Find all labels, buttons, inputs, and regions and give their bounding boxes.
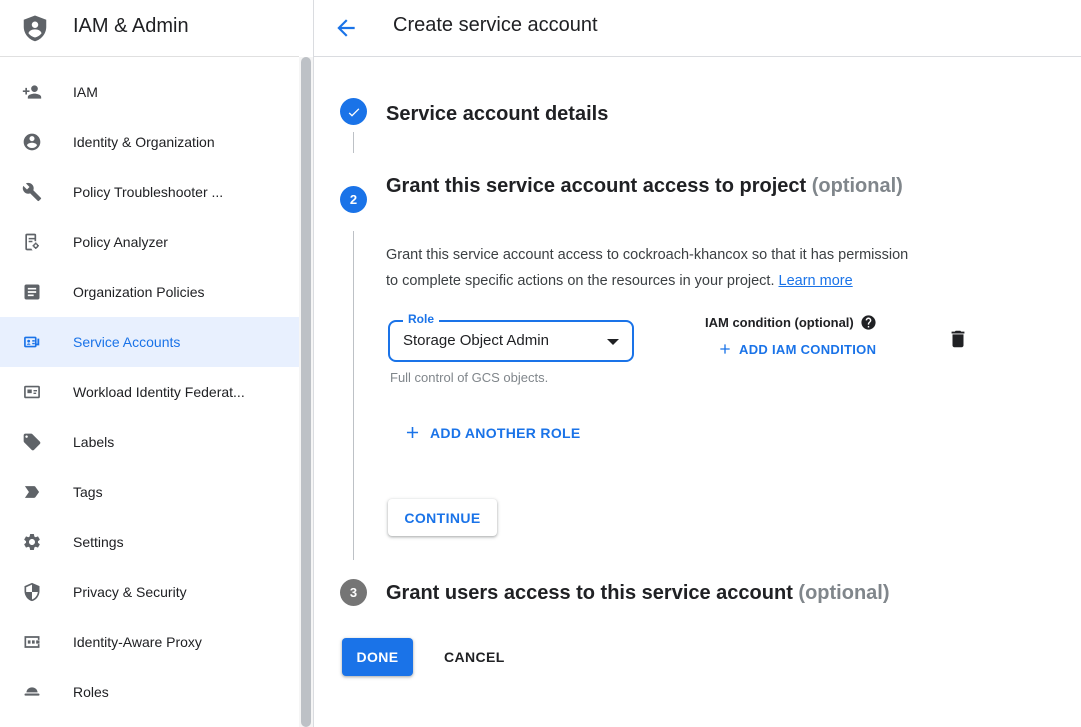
card-icon bbox=[22, 382, 42, 402]
sidebar-item-label: IAM bbox=[73, 84, 98, 100]
role-selected-value: Storage Object Admin bbox=[403, 322, 549, 360]
step3-title: Grant users access to this service accou… bbox=[386, 579, 890, 607]
sidebar-item-organization-policies[interactable]: Organization Policies bbox=[0, 267, 299, 317]
sidebar-item-label: Settings bbox=[73, 534, 124, 550]
label-icon bbox=[22, 432, 42, 452]
page-title: Create service account bbox=[393, 14, 598, 37]
sidebar-item-policy-analyzer[interactable]: Policy Analyzer bbox=[0, 217, 299, 267]
person-add-icon bbox=[22, 82, 42, 102]
iam-condition-label: IAM condition (optional) bbox=[705, 315, 854, 330]
back-arrow-icon bbox=[333, 15, 359, 41]
gear-icon bbox=[22, 532, 42, 552]
sidebar-header: IAM & Admin bbox=[0, 0, 299, 57]
step2-number: 2 bbox=[350, 192, 357, 207]
app-root: IAM & Admin IAM Identity & Organization Po… bbox=[0, 0, 1081, 727]
app-title: IAM & Admin bbox=[73, 15, 189, 38]
main-panel: Create service account Service account d… bbox=[314, 0, 1081, 727]
cancel-button[interactable]: CANCEL bbox=[426, 638, 523, 676]
list-icon bbox=[22, 282, 42, 302]
sidebar-item-policy-troubleshooter[interactable]: Policy Troubleshooter ... bbox=[0, 167, 299, 217]
step2-optional-label: (optional) bbox=[812, 175, 903, 197]
role-select[interactable]: Role Storage Object Admin bbox=[388, 320, 634, 362]
trash-icon bbox=[947, 328, 969, 350]
sidebar-item-label: Tags bbox=[73, 484, 103, 500]
help-icon[interactable] bbox=[860, 314, 877, 331]
sidebar-item-roles[interactable]: Roles bbox=[0, 667, 299, 717]
step2-indicator: 2 bbox=[340, 186, 367, 213]
step2-title: Grant this service account access to pro… bbox=[386, 169, 906, 204]
check-icon bbox=[346, 104, 362, 120]
step1-complete-indicator bbox=[340, 98, 367, 125]
account-circle-icon bbox=[22, 132, 42, 152]
sidebar-item-labels[interactable]: Labels bbox=[0, 417, 299, 467]
tag-icon bbox=[22, 482, 42, 502]
wrench-icon bbox=[22, 182, 42, 202]
service-account-icon bbox=[22, 332, 42, 352]
main-header: Create service account bbox=[314, 0, 1081, 57]
iam-admin-shield-icon bbox=[20, 13, 50, 43]
step-connector bbox=[353, 132, 354, 153]
sidebar-item-label: Privacy & Security bbox=[73, 584, 187, 600]
sidebar-item-label: Labels bbox=[73, 434, 114, 450]
sidebar-scrollbar-track bbox=[299, 57, 313, 727]
delete-role-button[interactable] bbox=[947, 327, 971, 351]
continue-button[interactable]: CONTINUE bbox=[388, 499, 497, 536]
hat-icon bbox=[22, 682, 42, 702]
sidebar-item-label: Workload Identity Federat... bbox=[73, 384, 245, 400]
step-connector bbox=[353, 231, 354, 560]
create-service-account-form: Service account details 2 Grant this ser… bbox=[314, 57, 1081, 727]
step3-indicator: 3 bbox=[340, 579, 367, 606]
sidebar-item-label: Policy Analyzer bbox=[73, 234, 168, 250]
sidebar-item-service-accounts[interactable]: Service Accounts bbox=[0, 317, 299, 367]
sidebar: IAM & Admin IAM Identity & Organization Po… bbox=[0, 0, 299, 727]
sidebar-nav: IAM Identity & Organization Policy Trouble… bbox=[0, 57, 299, 717]
sidebar-scrollbar-thumb[interactable] bbox=[301, 57, 311, 727]
add-iam-condition-button[interactable]: ADD IAM CONDITION bbox=[717, 341, 876, 357]
policy-analyzer-icon bbox=[22, 232, 42, 252]
plus-icon bbox=[717, 341, 733, 357]
done-button[interactable]: DONE bbox=[342, 638, 413, 676]
step2-description: Grant this service account access to coc… bbox=[386, 243, 1026, 294]
dropdown-caret-icon bbox=[607, 339, 619, 345]
role-helper-text: Full control of GCS objects. bbox=[390, 370, 548, 385]
sidebar-item-label: Service Accounts bbox=[73, 334, 180, 350]
proxy-icon bbox=[22, 632, 42, 652]
iam-condition-header: IAM condition (optional) bbox=[705, 314, 877, 331]
sidebar-item-workload-identity-federation[interactable]: Workload Identity Federat... bbox=[0, 367, 299, 417]
sidebar-item-iam[interactable]: IAM bbox=[0, 67, 299, 117]
add-another-role-button[interactable]: ADD ANOTHER ROLE bbox=[403, 423, 581, 442]
sidebar-item-label: Identity & Organization bbox=[73, 134, 215, 150]
step3-number: 3 bbox=[350, 585, 357, 600]
sidebar-item-label: Roles bbox=[73, 684, 109, 700]
sidebar-item-tags[interactable]: Tags bbox=[0, 467, 299, 517]
learn-more-link[interactable]: Learn more bbox=[779, 273, 853, 289]
step1-title: Service account details bbox=[386, 100, 608, 128]
sidebar-item-privacy-security[interactable]: Privacy & Security bbox=[0, 567, 299, 617]
sidebar-item-identity-organization[interactable]: Identity & Organization bbox=[0, 117, 299, 167]
sidebar-item-label: Organization Policies bbox=[73, 284, 205, 300]
back-button[interactable] bbox=[333, 14, 361, 42]
sidebar-item-identity-aware-proxy[interactable]: Identity-Aware Proxy bbox=[0, 617, 299, 667]
sidebar-item-label: Identity-Aware Proxy bbox=[73, 634, 202, 650]
plus-icon bbox=[403, 423, 422, 442]
sidebar-item-settings[interactable]: Settings bbox=[0, 517, 299, 567]
sidebar-item-label: Policy Troubleshooter ... bbox=[73, 184, 223, 200]
shield-icon bbox=[22, 582, 42, 602]
step3-optional-label: (optional) bbox=[798, 582, 889, 604]
